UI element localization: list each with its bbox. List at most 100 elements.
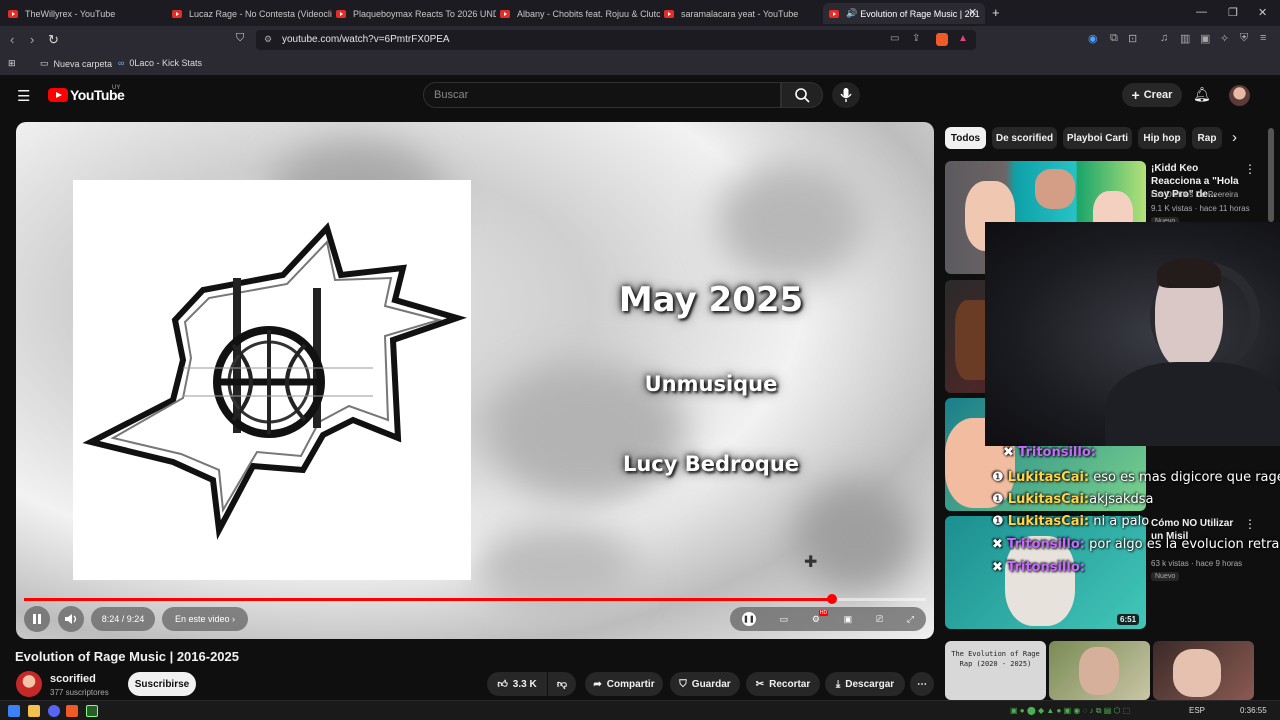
chip-rap[interactable]: Rap [1192,127,1222,149]
screenshot-icon[interactable]: ⊡ [1128,32,1137,45]
chips-next-chevron-icon[interactable]: › [1232,129,1237,146]
video-player[interactable]: May 2025 Unmusique Lucy Bedroque ✚ 8:24 … [16,122,934,639]
brave-browser-icon[interactable] [66,705,78,717]
chapters-button[interactable]: En este video › [162,607,248,631]
browser-tab[interactable]: Lucaz Rage - No Contesta (Videoclip [172,3,332,24]
chip-de-scorified[interactable]: De scorified [992,127,1057,149]
video-thumbnail[interactable] [1049,641,1150,700]
address-bar[interactable]: ⚙ youtube.com/watch?v=6PmtrFX0PEA ▭ ⇪ ▲ [256,30,976,50]
file-explorer-icon[interactable] [28,705,40,717]
video-thumbnail[interactable] [1153,641,1254,700]
fullscreen-icon[interactable]: ⤢ [907,614,914,625]
close-tab-icon[interactable]: ✕ [968,6,977,19]
channel-avatar[interactable] [16,671,42,697]
download-icon: ⤓ [835,678,841,690]
pause-icon [33,614,41,624]
browser-tab-active[interactable]: 🔊 Evolution of Rage Music | 201 [823,3,985,24]
chip-hip-hop[interactable]: Hip hop [1138,127,1186,149]
search-button[interactable] [781,82,823,108]
wallet-icon[interactable]: ▣ [1200,32,1210,45]
restore-icon[interactable]: ❐ [1228,6,1238,19]
share-icon[interactable]: ⇪ [912,33,920,44]
language-indicator[interactable]: ESP [1189,706,1205,715]
close-window-icon[interactable]: ✕ [1258,6,1267,19]
progress-bar[interactable] [24,594,926,604]
save-button[interactable]: ⛉ Guardar [670,672,740,696]
chat-message: ❶ LukitasCai:akjsakdsa [992,492,1154,507]
download-button[interactable]: ⤓ Descargar [825,672,905,696]
youtube-favicon-icon [8,9,18,18]
video-thumbnail[interactable]: The Evolution of Rage Rap (2020 - 2025) [945,641,1046,700]
microphone-icon [840,88,852,102]
pause-button[interactable] [24,606,50,632]
browser-tab[interactable]: Albany - Chobits feat. Rojuu & Clutch [500,3,660,24]
browser-tab[interactable]: saramalacara yeat - YouTube [664,3,819,24]
clock[interactable]: 0:36:55 [1240,706,1267,715]
rec-more-icon[interactable]: ⋮ [1244,517,1256,531]
voice-search-button[interactable] [832,82,860,108]
progress-scrubber[interactable] [827,594,838,604]
more-actions-button[interactable]: ⋯ [910,672,934,696]
thumbnail-text: The Evolution of Rage Rap (2020 - 2025) [951,650,1040,668]
settings-gear-icon[interactable]: ⚙ HD [812,609,829,625]
chip-todos[interactable]: Todos [945,127,986,149]
notifications-bell-icon[interactable]: 🔔︎ [1193,86,1211,103]
leo-icon[interactable]: ◉ [1088,32,1098,45]
clip-button[interactable]: ✂ Recortar [746,672,820,696]
browser-tab[interactable]: Plaqueboymax Reacts To 2026 UNDE [336,3,496,24]
chat-message: ✖ Tritonsillo: [1003,445,1096,460]
vpn-icon[interactable]: ⛨ [1240,32,1248,45]
channel-name[interactable]: scorified [50,673,96,685]
like-button[interactable]: 👍︎ 3.3 K [487,672,547,696]
media-icon[interactable]: ♫ [1160,32,1168,44]
autoplay-toggle-icon[interactable]: ❚❚ [741,612,756,626]
subtitles-icon[interactable]: ▭ [780,614,789,625]
sidebar-scrollbar[interactable] [1268,128,1274,222]
bookmark-folder[interactable]: ▭ Nueva carpeta [40,58,112,69]
new-tab-button[interactable]: + [992,5,1000,20]
thumbnail-face [1173,649,1221,697]
bookmark-icon[interactable]: ⛉ [236,32,244,45]
tray-icons[interactable]: ▣ ● ⬤ ◆ ▲ ● ▣ ◉ ◌ ♪ ⧉ ▤ ⬡ ⬚ [1010,706,1130,716]
brave-shield-icon[interactable] [936,33,948,46]
kick-stats-icon: ∞ [118,58,125,68]
menu-icon[interactable]: ≡ [1260,32,1266,44]
youtube-favicon-icon [829,9,839,18]
bookmark-link[interactable]: ∞ 0Laco - Kick Stats [118,58,202,68]
cast-icon[interactable]: ▭ [890,33,899,44]
subscribe-button[interactable]: Suscribirse [128,672,196,696]
rewards-icon[interactable]: ▲ [958,33,968,44]
rec-more-icon[interactable]: ⋮ [1244,162,1256,176]
discord-icon[interactable] [48,705,60,717]
url-text[interactable]: youtube.com/watch?v=6PmtrFX0PEA [282,34,450,45]
browser-tab[interactable]: TheWillyrex - YouTube [8,3,168,24]
start-windows-icon[interactable] [8,705,20,717]
back-icon[interactable]: ‹ [10,32,14,47]
search-input[interactable]: Buscar [423,82,781,108]
forward-icon[interactable]: › [30,32,34,47]
minimize-icon[interactable]: — [1196,6,1207,18]
cursor-crosshair-icon: ✚ [804,554,818,571]
miniplayer-icon[interactable]: ▣ [844,614,853,625]
chat-user-icon: ✖ [992,537,1008,552]
extensions-icon[interactable]: ⧉ [1110,32,1118,45]
browser-toolbar: ‹ › ↻ ⛉ ⚙ youtube.com/watch?v=6PmtrFX0PE… [0,26,1280,54]
reload-icon[interactable]: ↻ [48,32,59,48]
rec-channel[interactable]: Los Dientes De Peereira [1151,190,1238,199]
site-info-icon[interactable]: ⚙ [264,34,272,45]
apps-grid-icon[interactable]: ⊞ [8,58,16,69]
progress-played [24,598,833,601]
share-button[interactable]: ➦ Compartir [585,672,663,696]
volume-button[interactable] [58,606,84,632]
user-avatar[interactable] [1229,85,1250,106]
sidebar-icon[interactable]: ▥ [1180,32,1190,45]
chip-playboi-carti[interactable]: Playboi Carti [1063,127,1132,149]
plus-icon: + [1131,87,1140,103]
stream-app-icon[interactable] [86,705,98,717]
create-button[interactable]: + Crear [1122,83,1182,107]
youtube-logo-icon[interactable] [48,88,68,102]
ai-icon[interactable]: ✧ [1220,32,1229,45]
cast-icon[interactable]: ⎚ [876,614,883,625]
dislike-button[interactable]: 👎︎ [548,672,576,696]
hamburger-menu-icon[interactable]: ☰ [17,87,30,105]
